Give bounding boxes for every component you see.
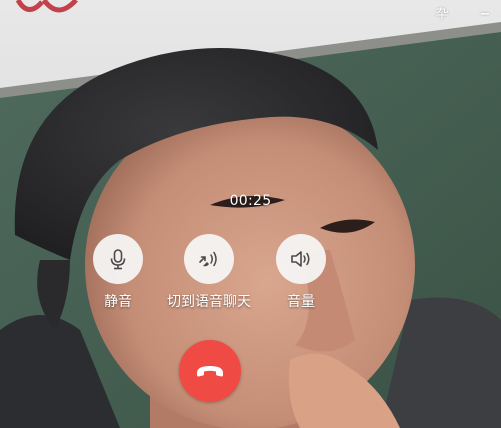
speaker-label: 音量	[287, 294, 315, 310]
microphone-icon	[110, 249, 126, 270]
remote-video-feed	[0, 0, 501, 428]
call-timer: 00:25	[229, 193, 272, 209]
video-call-window: 卆 − 00:25 静音 切到语音聊天 音量	[0, 0, 501, 428]
hang-up-button[interactable]	[179, 340, 241, 402]
mute-button-circle[interactable]	[93, 234, 143, 284]
minimize-button[interactable]: −	[475, 4, 495, 26]
speaker-icon	[291, 251, 310, 267]
switch-to-voice-icon	[199, 251, 217, 267]
switch-to-voice-circle[interactable]	[184, 234, 234, 284]
speaker-button[interactable]: 音量	[246, 234, 356, 311]
hang-up-phone-icon	[197, 366, 223, 377]
speaker-button-circle[interactable]	[276, 234, 326, 284]
pin-window-button[interactable]: 卆	[432, 4, 452, 26]
